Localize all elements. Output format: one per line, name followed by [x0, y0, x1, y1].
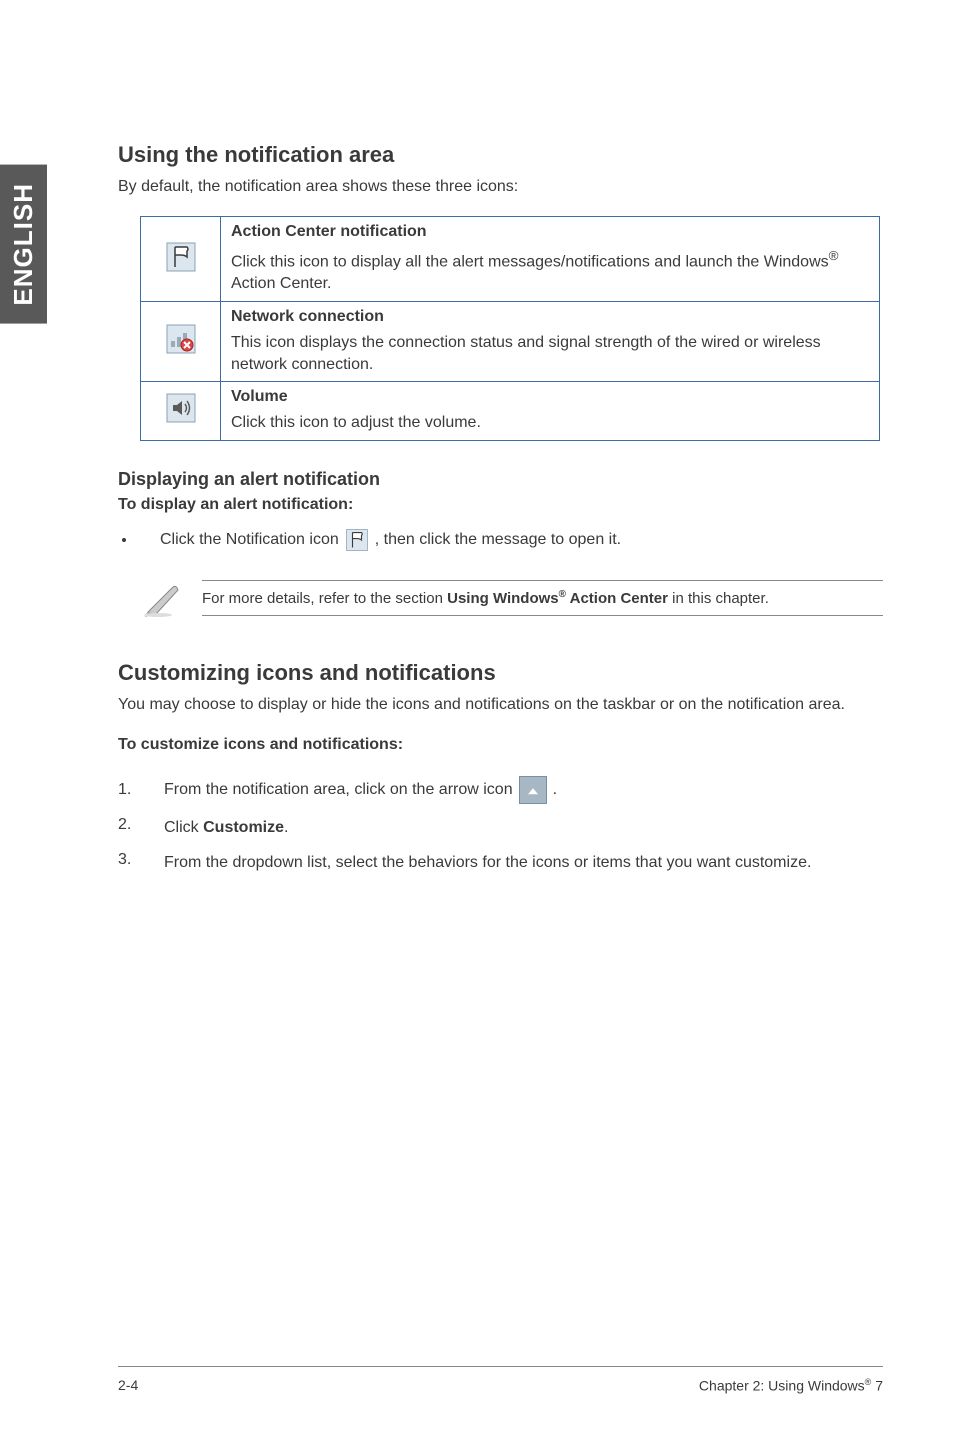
- network-icon: [165, 323, 197, 355]
- section2-intro: You may choose to display or hide the ic…: [118, 694, 883, 716]
- cell-title: Action Center notification: [231, 223, 869, 241]
- item-number: 1.: [118, 781, 164, 799]
- icon-cell-network: [141, 301, 221, 381]
- table-row: Network connection This icon displays th…: [141, 301, 880, 381]
- page-number: 2-4: [118, 1377, 138, 1394]
- content-cell: Action Center notification Click this ic…: [221, 217, 880, 302]
- chapter-label: Chapter 2: Using Windows® 7: [699, 1377, 883, 1394]
- numbered-list: 1. From the notification area, click on …: [118, 776, 883, 874]
- list-item: 1. From the notification area, click on …: [118, 776, 883, 804]
- section-heading-customizing: Customizing icons and notifications: [118, 660, 883, 686]
- page-footer: 2-4 Chapter 2: Using Windows® 7: [118, 1366, 883, 1394]
- item-number: 3.: [118, 851, 164, 869]
- pencil-icon: [140, 576, 184, 620]
- main-content: Using the notification area By default, …: [118, 142, 883, 886]
- icon-cell-volume: [141, 382, 221, 441]
- note-text: For more details, refer to the section U…: [202, 580, 883, 616]
- content-cell: Volume Click this icon to adjust the vol…: [221, 382, 880, 441]
- list-item: 2. Click Customize.: [118, 816, 883, 839]
- list-item: 3. From the dropdown list, select the be…: [118, 851, 883, 874]
- flag-icon: [165, 241, 197, 273]
- section-heading-notification-area: Using the notification area: [118, 142, 883, 168]
- table-row: Action Center notification Click this ic…: [141, 217, 880, 302]
- content-cell: Network connection This icon displays th…: [221, 301, 880, 381]
- cell-body: Click this icon to adjust the volume.: [231, 412, 869, 434]
- item-text: From the dropdown list, select the behav…: [164, 851, 811, 874]
- item-text: From the notification area, click on the…: [164, 776, 557, 804]
- cell-body: This icon displays the connection status…: [231, 332, 869, 375]
- bullet-text: Click the Notification icon , then click…: [160, 528, 621, 552]
- subsection-subheading-alert: To display an alert notification:: [118, 496, 883, 514]
- section-intro: By default, the notification area shows …: [118, 176, 883, 198]
- flag-icon-inline: [345, 528, 369, 552]
- arrow-up-icon: [519, 776, 547, 804]
- subsection-subheading-customize: To customize icons and notifications:: [118, 736, 883, 754]
- bullet-item: Click the Notification icon , then click…: [118, 528, 883, 552]
- item-number: 2.: [118, 816, 164, 834]
- icon-cell-flag: [141, 217, 221, 302]
- item-text: Click Customize.: [164, 816, 288, 839]
- cell-title: Network connection: [231, 308, 869, 326]
- side-tab: ENGLISH: [0, 165, 47, 324]
- note-box: For more details, refer to the section U…: [140, 576, 883, 620]
- volume-icon: [165, 392, 197, 424]
- cell-title: Volume: [231, 388, 869, 406]
- subsection-heading-alert: Displaying an alert notification: [118, 469, 883, 490]
- icon-table: Action Center notification Click this ic…: [140, 216, 880, 440]
- cell-body: Click this icon to display all the alert…: [231, 247, 869, 295]
- table-row: Volume Click this icon to adjust the vol…: [141, 382, 880, 441]
- bullet-dot: [122, 538, 126, 542]
